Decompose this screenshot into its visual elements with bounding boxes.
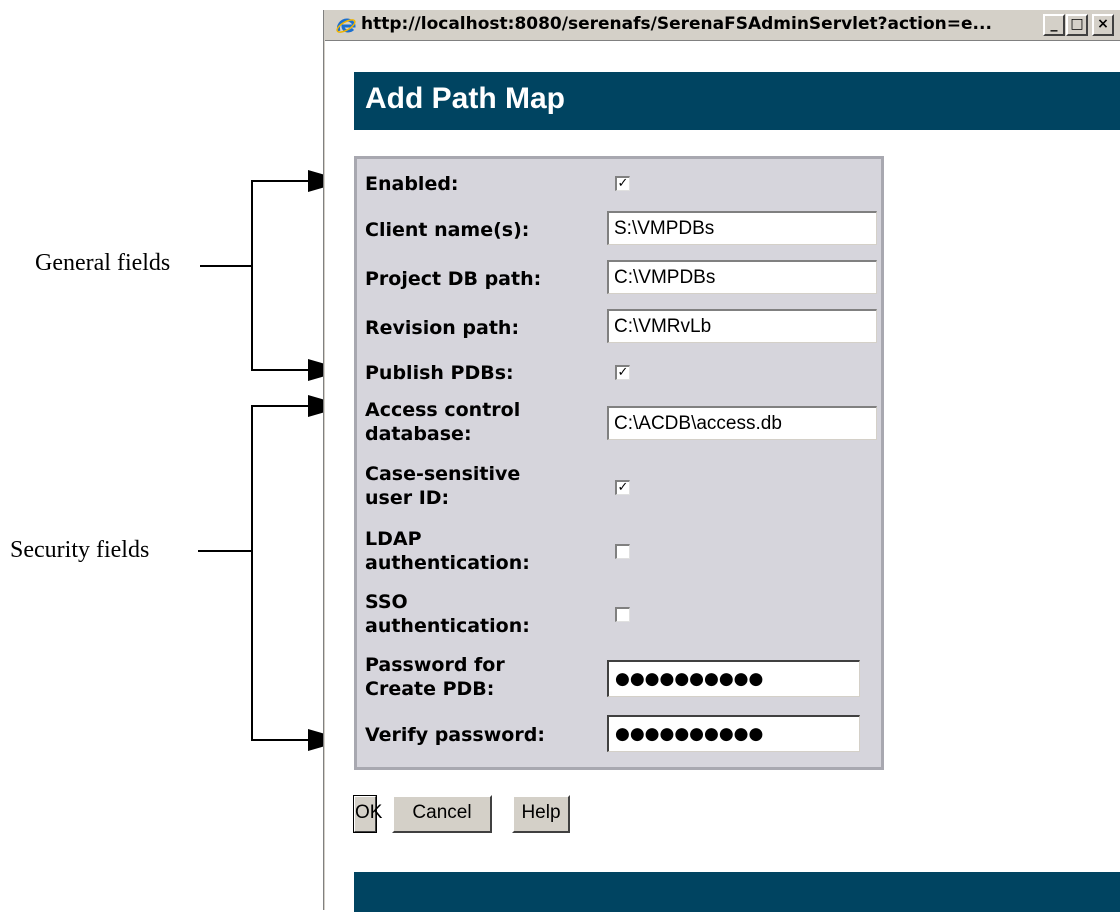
title-bar: http://localhost:8080/serenafs/SerenaFSA…	[325, 10, 1120, 41]
password-create-pdb-input[interactable]: ●●●●●●●●●●	[607, 660, 860, 697]
maximize-button[interactable]: □	[1066, 14, 1088, 36]
case-sensitive-label-line1: Case-sensitive	[365, 463, 521, 485]
password-create-pdb-label-line1: Password for	[365, 654, 505, 676]
minimize-button[interactable]: _	[1043, 14, 1065, 36]
client-names-label: Client name(s):	[365, 219, 530, 241]
verify-password-input[interactable]: ●●●●●●●●●●	[607, 715, 860, 752]
page-title: Add Path Map	[365, 82, 565, 115]
access-control-db-input[interactable]: C:\ACDB\access.db	[607, 406, 877, 440]
ldap-auth-label: LDAP authentication:	[365, 527, 530, 575]
access-control-db-label-line1: Access control	[365, 399, 521, 421]
verify-password-label: Verify password:	[365, 724, 545, 746]
ldap-auth-checkbox[interactable]	[615, 544, 630, 559]
project-db-path-label: Project DB path:	[365, 268, 542, 290]
publish-pdbs-label: Publish PDBs:	[365, 362, 514, 384]
access-control-db-label: Access control database:	[365, 398, 520, 446]
case-sensitive-label-line2: user ID:	[365, 487, 450, 509]
help-button[interactable]: Help	[512, 795, 570, 833]
path-map-form: Enabled: ✓ Client name(s): S:\VMPDBs Pro…	[354, 156, 884, 770]
revision-path-label: Revision path:	[365, 317, 520, 339]
client-names-input[interactable]: S:\VMPDBs	[607, 211, 877, 245]
sso-auth-checkbox[interactable]	[615, 607, 630, 622]
project-db-path-input[interactable]: C:\VMPDBs	[607, 260, 877, 294]
case-sensitive-label: Case-sensitive user ID:	[365, 462, 520, 510]
password-create-pdb-label-line2: Create PDB:	[365, 678, 495, 700]
window-title: http://localhost:8080/serenafs/SerenaFSA…	[361, 14, 992, 34]
revision-path-input[interactable]: C:\VMRvLb	[607, 309, 877, 343]
ldap-auth-label-line1: LDAP	[365, 528, 422, 550]
general-fields-label: General fields	[35, 250, 171, 276]
security-fields-label: Security fields	[10, 537, 150, 563]
enabled-checkbox[interactable]: ✓	[615, 176, 630, 191]
access-control-db-label-line2: database:	[365, 423, 472, 445]
close-button[interactable]: ×	[1092, 14, 1114, 36]
ldap-auth-label-line2: authentication:	[365, 552, 530, 574]
sso-auth-label-line2: authentication:	[365, 615, 530, 637]
password-create-pdb-label: Password for Create PDB:	[365, 653, 505, 701]
browser-window: http://localhost:8080/serenafs/SerenaFSA…	[323, 10, 1120, 912]
sso-auth-label-line1: SSO	[365, 591, 408, 613]
publish-pdbs-checkbox[interactable]: ✓	[615, 365, 630, 380]
sso-auth-label: SSO authentication:	[365, 590, 530, 638]
cancel-button[interactable]: Cancel	[392, 795, 492, 833]
page-header: Add Path Map	[354, 72, 1120, 130]
enabled-label: Enabled:	[365, 173, 459, 195]
page-footer-bar	[354, 872, 1120, 912]
ok-button[interactable]: OK	[353, 795, 382, 833]
internet-explorer-icon	[336, 18, 356, 33]
case-sensitive-checkbox[interactable]: ✓	[615, 480, 630, 495]
